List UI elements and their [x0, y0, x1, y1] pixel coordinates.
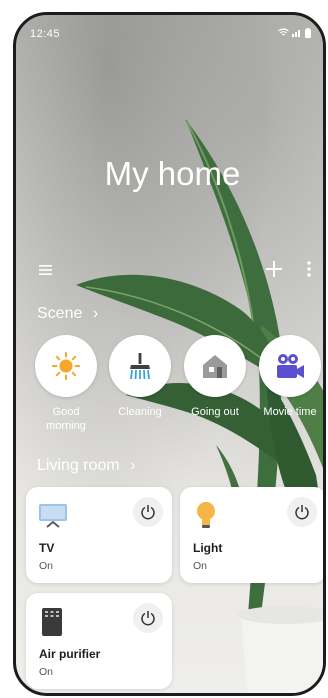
air-purifier-icon: [42, 608, 62, 641]
device-card-tv[interactable]: TV On: [26, 487, 172, 583]
scene-movie-time[interactable]: Movie time: [254, 335, 323, 419]
device-status: On: [39, 560, 54, 572]
power-icon: [141, 505, 155, 520]
signal-icon: [292, 28, 302, 41]
status-icons: [278, 28, 311, 41]
power-button[interactable]: [287, 497, 317, 527]
page-title: My home: [104, 155, 241, 192]
device-card-air-purifier[interactable]: Air purifier On: [26, 593, 172, 689]
chevron-right-icon: ›: [92, 305, 99, 322]
status-time: 12:45: [30, 28, 61, 40]
device-status: On: [193, 560, 208, 572]
menu-icon[interactable]: [39, 263, 52, 281]
movie-camera-icon: [277, 354, 304, 378]
device-name: Light: [193, 541, 223, 555]
phone-screen: 12:45 My home Scene › Good morning Clean…: [0, 0, 328, 698]
app-background: 12:45 My home Scene › Good morning Clean…: [13, 12, 326, 696]
scene-label-movie-time: Movie time: [263, 406, 317, 418]
living-room-label: Living room: [37, 457, 120, 474]
scene-label-cleaning: Cleaning: [118, 406, 162, 418]
wifi-icon: [278, 28, 289, 41]
scene-section-header[interactable]: Scene ›: [37, 305, 98, 323]
chevron-right-icon: ›: [130, 457, 136, 474]
living-room-section-header[interactable]: Living room ›: [37, 457, 135, 475]
scene-button[interactable]: [35, 335, 97, 397]
bulb-icon: [196, 502, 216, 535]
scene-cleaning[interactable]: Cleaning: [104, 335, 176, 419]
device-name: Air purifier: [39, 647, 101, 661]
sun-icon: [52, 352, 80, 380]
scene-label-good-morning: Good morning: [46, 406, 86, 432]
scene-button[interactable]: [259, 335, 321, 397]
scene-label: Scene: [37, 305, 83, 322]
power-icon: [295, 505, 309, 520]
plus-icon[interactable]: [266, 261, 282, 282]
broom-icon: [130, 353, 150, 380]
house-icon: [203, 355, 227, 378]
power-icon: [141, 611, 155, 626]
battery-icon: [305, 28, 311, 41]
tv-icon: [39, 504, 67, 533]
scene-label-going-out: Going out: [191, 406, 239, 418]
device-status: On: [39, 666, 54, 678]
more-vertical-icon[interactable]: [307, 261, 311, 282]
scene-going-out[interactable]: Going out: [179, 335, 251, 419]
scene-button[interactable]: [109, 335, 171, 397]
device-card-light[interactable]: Light On: [180, 487, 323, 583]
scene-good-morning[interactable]: Good morning: [30, 335, 102, 433]
scene-button[interactable]: [184, 335, 246, 397]
device-name: TV: [39, 541, 55, 555]
power-button[interactable]: [133, 497, 163, 527]
power-button[interactable]: [133, 603, 163, 633]
